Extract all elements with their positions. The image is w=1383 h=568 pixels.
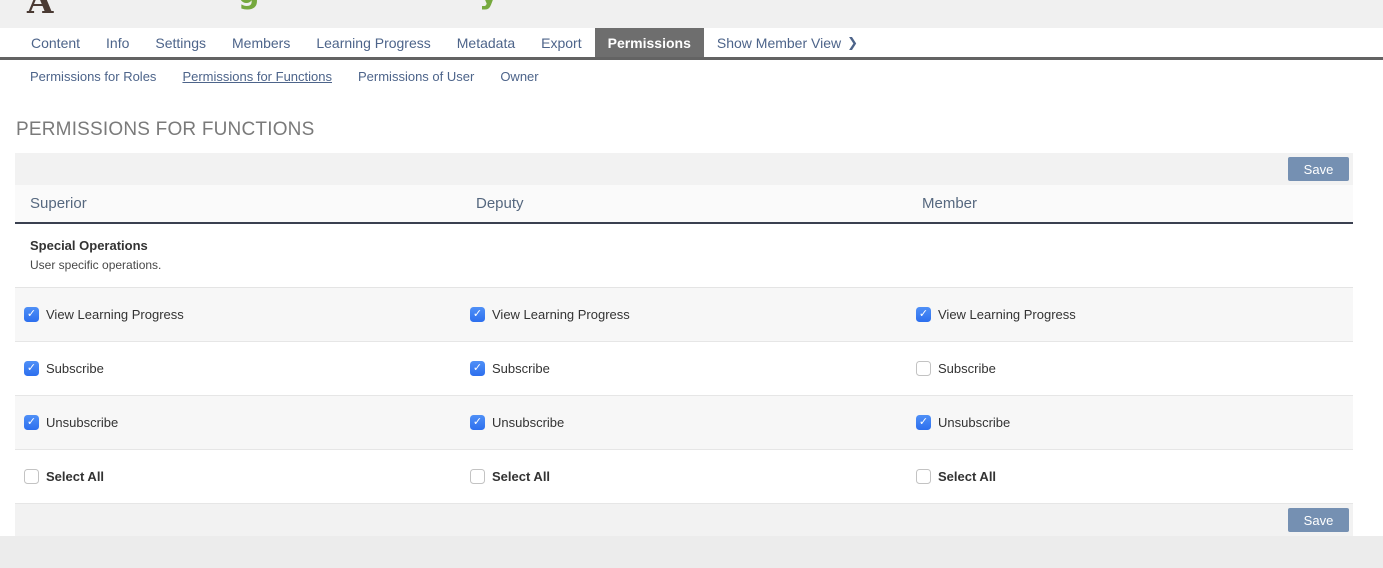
save-button-top[interactable]: Save	[1288, 157, 1349, 181]
cell-unsubscribe-deputy: Unsubscribe	[461, 415, 907, 430]
table-row-select-all: Select All Select All Select All	[15, 450, 1353, 504]
table-toolbar-bottom: Save	[15, 504, 1353, 536]
sub-tab-bar: Permissions for Roles Permissions for Fu…	[0, 60, 1383, 93]
table-header-row: Superior Deputy Member	[15, 185, 1353, 224]
checkbox-label: Subscribe	[492, 361, 550, 376]
table-row-view-learning-progress: View Learning Progress View Learning Pro…	[15, 288, 1353, 342]
tab-metadata[interactable]: Metadata	[444, 28, 528, 57]
tab-export[interactable]: Export	[528, 28, 594, 57]
checkbox-subscribe-deputy[interactable]	[470, 361, 485, 376]
subtab-permissions-for-roles[interactable]: Permissions for Roles	[30, 69, 156, 84]
column-header-deputy: Deputy	[476, 195, 524, 212]
column-header-member: Member	[922, 195, 978, 212]
cell-select-all-superior: Select All	[15, 469, 461, 484]
checkbox-subscribe-member[interactable]	[916, 361, 931, 376]
cell-view-learning-progress-member: View Learning Progress	[907, 307, 1353, 322]
cell-view-learning-progress-deputy: View Learning Progress	[461, 307, 907, 322]
chevron-right-icon: ❯	[847, 34, 859, 50]
cell-select-all-member: Select All	[907, 469, 1353, 484]
tab-members[interactable]: Members	[219, 28, 303, 57]
table-row-unsubscribe: Unsubscribe Unsubscribe Unsubscribe	[15, 396, 1353, 450]
cropped-title-fragment-brown: A	[27, 0, 54, 22]
subtab-owner[interactable]: Owner	[500, 69, 538, 84]
checkbox-label: Unsubscribe	[492, 415, 565, 430]
cell-subscribe-member: Subscribe	[907, 361, 1353, 376]
cell-select-all-deputy: Select All	[461, 469, 907, 484]
checkbox-unsubscribe-member[interactable]	[916, 415, 931, 430]
tab-permissions[interactable]: Permissions	[594, 28, 704, 57]
section-description: User specific operations.	[30, 258, 162, 272]
checkbox-unsubscribe-deputy[interactable]	[470, 415, 485, 430]
checkbox-label: Unsubscribe	[938, 415, 1011, 430]
checkbox-unsubscribe-superior[interactable]	[24, 415, 39, 430]
show-member-view-link[interactable]: Show Member View ❯	[704, 28, 871, 57]
cell-view-learning-progress-superior: View Learning Progress	[15, 307, 461, 322]
cell-unsubscribe-member: Unsubscribe	[907, 415, 1353, 430]
column-header-superior: Superior	[30, 195, 87, 212]
tab-settings[interactable]: Settings	[142, 28, 219, 57]
checkbox-select-all-superior[interactable]	[24, 469, 39, 484]
checkbox-label: Subscribe	[46, 361, 104, 376]
checkbox-view-learning-progress-member[interactable]	[916, 307, 931, 322]
checkbox-label: View Learning Progress	[492, 307, 630, 322]
subtab-permissions-for-functions[interactable]: Permissions for Functions	[182, 69, 332, 84]
table-toolbar-top: Save	[15, 153, 1353, 185]
save-button-bottom[interactable]: Save	[1288, 508, 1349, 532]
tab-info[interactable]: Info	[93, 28, 142, 57]
checkbox-view-learning-progress-superior[interactable]	[24, 307, 39, 322]
checkbox-label: Select All	[46, 469, 105, 484]
cropped-title-fragment-green-1: g	[238, 0, 259, 11]
checkbox-label: View Learning Progress	[46, 307, 184, 322]
table-row-subscribe: Subscribe Subscribe Subscribe	[15, 342, 1353, 396]
cropped-page-header: A g y	[0, 0, 1383, 28]
checkbox-label: Unsubscribe	[46, 415, 119, 430]
cell-subscribe-deputy: Subscribe	[461, 361, 907, 376]
tab-learning-progress[interactable]: Learning Progress	[303, 28, 443, 57]
section-title: Special Operations	[30, 238, 148, 253]
checkbox-select-all-deputy[interactable]	[470, 469, 485, 484]
page-bottom-background	[0, 536, 1383, 568]
checkbox-view-learning-progress-deputy[interactable]	[470, 307, 485, 322]
cropped-title-fragment-green-2: y	[479, 0, 499, 11]
checkbox-label: Subscribe	[938, 361, 996, 376]
subtab-permissions-of-user[interactable]: Permissions of User	[358, 69, 474, 84]
tab-content[interactable]: Content	[18, 28, 93, 57]
checkbox-select-all-member[interactable]	[916, 469, 931, 484]
cell-unsubscribe-superior: Unsubscribe	[15, 415, 461, 430]
checkbox-label: Select All	[938, 469, 997, 484]
section-header-row: Special Operations User specific operati…	[15, 224, 1353, 288]
permissions-table: Save Superior Deputy Member Special Oper…	[15, 153, 1353, 536]
cell-subscribe-superior: Subscribe	[15, 361, 461, 376]
page-title: PERMISSIONS FOR FUNCTIONS	[16, 119, 315, 140]
checkbox-label: View Learning Progress	[938, 307, 1076, 322]
checkbox-subscribe-superior[interactable]	[24, 361, 39, 376]
show-member-view-label: Show Member View	[716, 34, 842, 51]
checkbox-label: Select All	[492, 469, 551, 484]
main-tab-bar: Content Info Settings Members Learning P…	[0, 28, 1383, 60]
